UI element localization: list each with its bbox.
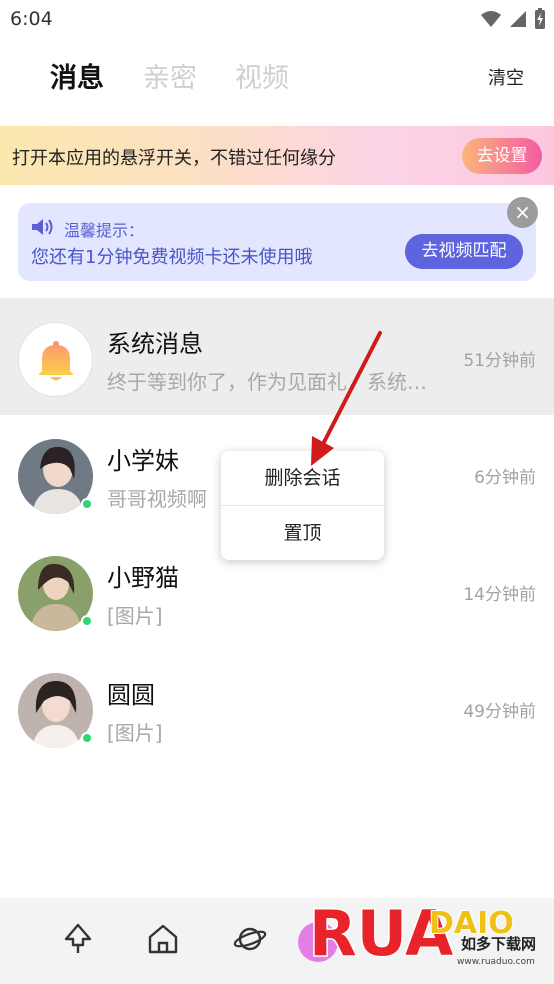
tab-intimate[interactable]: 亲密 — [143, 56, 197, 95]
message-preview: [图片] — [107, 604, 163, 628]
contact-name: 系统消息 — [107, 330, 203, 358]
go-video-match-button[interactable]: 去视频匹配 — [405, 234, 523, 269]
float-permission-banner: 打开本应用的悬浮开关，不错过任何缘分 去设置 — [0, 126, 554, 185]
signal-icon — [510, 11, 526, 27]
bell-icon — [38, 341, 74, 381]
watermark-logo: RUA DAIO 如多下载网 www.ruaduo.com — [308, 896, 537, 972]
message-time: 51分钟前 — [463, 351, 536, 371]
avatar — [18, 322, 93, 397]
tip-title: 温馨提示： — [64, 221, 145, 240]
list-item-system[interactable]: 系统消息 终于等到你了，作为见面礼，系统… 51分钟前 — [0, 298, 554, 415]
planet-icon[interactable] — [233, 922, 267, 956]
home-icon[interactable] — [146, 922, 180, 956]
message-time: 6分钟前 — [474, 468, 536, 488]
tip-card: 温馨提示： 您还有1分钟免费视频卡还未使用哦 去视频匹配 — [18, 203, 536, 281]
status-icons — [480, 8, 546, 30]
speaker-icon — [32, 219, 53, 235]
svg-text:www.ruaduo.com: www.ruaduo.com — [457, 957, 535, 967]
contact-name: 小学妹 — [107, 447, 179, 475]
go-settings-button[interactable]: 去设置 — [462, 138, 542, 174]
tab-video[interactable]: 视频 — [235, 56, 289, 95]
tree-icon[interactable] — [61, 922, 95, 956]
pin-to-top-menu-item[interactable]: 置顶 — [221, 506, 384, 560]
list-item[interactable]: 圆圆 [图片] 49分钟前 — [0, 649, 554, 766]
float-banner-text: 打开本应用的悬浮开关，不错过任何缘分 — [12, 148, 336, 169]
top-tabs: 消息 亲密 视频 清空 — [0, 52, 554, 100]
message-time: 14分钟前 — [463, 585, 536, 605]
svg-text:如多下载网: 如多下载网 — [461, 935, 536, 953]
message-preview: 终于等到你了，作为见面礼，系统… — [107, 370, 427, 394]
status-bar: 6:04 — [0, 0, 554, 38]
message-time: 49分钟前 — [463, 702, 536, 722]
tab-messages[interactable]: 消息 — [50, 56, 104, 95]
tip-body: 您还有1分钟免费视频卡还未使用哦 — [31, 247, 313, 268]
contact-name: 小野猫 — [107, 564, 179, 592]
online-indicator — [81, 498, 93, 510]
delete-conversation-menu-item[interactable]: 删除会话 — [221, 451, 384, 505]
wifi-icon — [481, 11, 501, 27]
message-preview: [图片] — [107, 721, 163, 745]
status-time: 6:04 — [10, 8, 53, 30]
clear-button[interactable]: 清空 — [488, 64, 524, 90]
tip-close-icon[interactable]: × — [507, 197, 538, 228]
message-preview: 哥哥视频啊 — [107, 487, 207, 511]
battery-icon — [535, 8, 545, 29]
online-indicator — [81, 732, 93, 744]
online-indicator — [81, 615, 93, 627]
context-menu: 删除会话 置顶 — [221, 451, 384, 560]
contact-name: 圆圆 — [107, 681, 155, 709]
